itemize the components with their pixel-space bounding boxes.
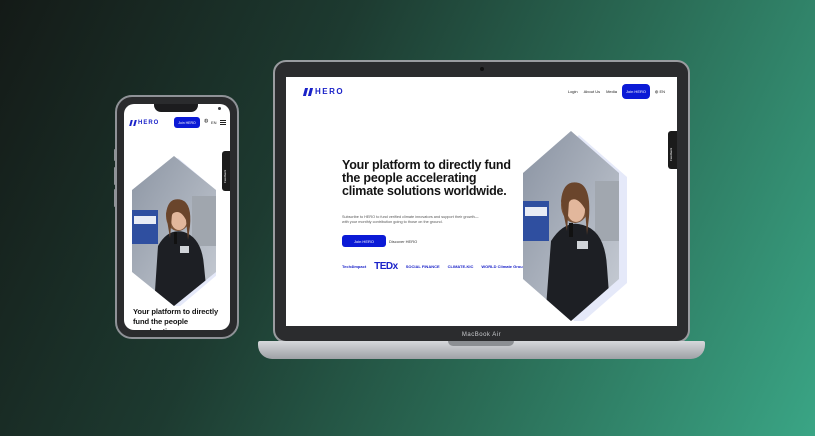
hero-logo-text: HERO [138, 120, 160, 126]
laptop-camera [480, 67, 484, 71]
phone-notch [154, 104, 221, 112]
laptop-device: HERO Login About Us Media Join HERO ◍ EN… [273, 60, 690, 343]
page-headline: Your platform to directly fund the peopl… [133, 307, 219, 330]
partner-logos: Tech4Impact TEDx SOCIAL FINANCE CLIMATE-… [342, 261, 525, 272]
hero-image [132, 156, 216, 306]
phone-device: HERO Join HERO ◍ EN Feedback Your platfo… [114, 95, 239, 339]
nav-links: Login About Us Media [568, 89, 617, 94]
hero-logo[interactable]: HERO [302, 87, 345, 96]
feedback-label: Feedback [223, 169, 227, 183]
laptop-brand-label: MacBook Air [461, 332, 502, 338]
partner-logo: TEDx [374, 261, 398, 272]
feedback-tab[interactable]: Feedback [222, 151, 230, 191]
hero-logo[interactable]: HERO [129, 120, 160, 126]
hero-logo-text: HERO [315, 87, 345, 96]
feedback-label: Feedback [669, 147, 673, 161]
laptop-base [258, 341, 705, 359]
phone-side-button [114, 149, 116, 161]
hero-image [523, 131, 627, 321]
nav-link-about[interactable]: About Us [584, 89, 600, 94]
laptop-notch [448, 341, 514, 346]
partner-logo: Tech4Impact [342, 264, 367, 269]
globe-icon[interactable]: ◍ [204, 119, 209, 124]
hero-logo-icon [129, 120, 137, 126]
join-hero-cta-button[interactable]: Join HERO [342, 235, 386, 247]
phone-screen: HERO Join HERO ◍ EN Feedback Your platfo… [124, 104, 230, 330]
feedback-tab[interactable]: Feedback [668, 131, 677, 169]
language-selector[interactable]: EN [211, 120, 217, 125]
discover-hero-link[interactable]: Discover HERO [389, 239, 417, 244]
join-hero-button[interactable]: Join HERO [622, 84, 650, 99]
laptop-screen: HERO Login About Us Media Join HERO ◍ EN… [286, 77, 677, 326]
phone-side-button [114, 189, 116, 207]
hero-logo-icon [302, 87, 314, 96]
page-headline: Your platform to directly fund the peopl… [342, 158, 511, 198]
page-subtext: Subscribe to HERO to fund verified clima… [342, 215, 479, 224]
join-hero-button[interactable]: Join HERO [174, 117, 200, 128]
partner-logo: WORLD Climate Group [481, 264, 526, 269]
nav-link-login[interactable]: Login [568, 89, 578, 94]
partner-logo: SOCIAL FINANCE [405, 264, 440, 269]
nav-link-media[interactable]: Media [606, 89, 617, 94]
partner-logo: CLIMATE-KIC [447, 264, 474, 269]
top-navigation: HERO Login About Us Media Join HERO ◍ EN [286, 77, 677, 105]
language-label: EN [659, 89, 665, 94]
hamburger-menu-icon[interactable] [220, 120, 226, 125]
language-selector[interactable]: ◍ EN [655, 89, 665, 94]
phone-side-button [114, 167, 116, 185]
